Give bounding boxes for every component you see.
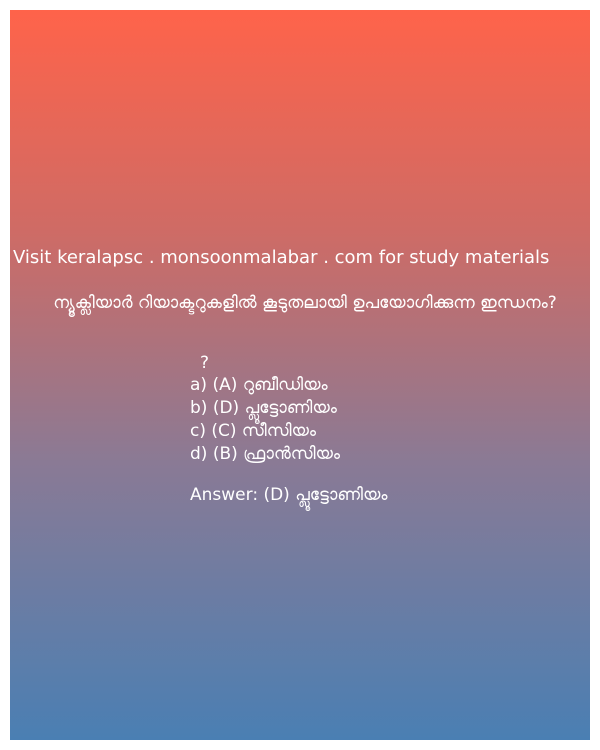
question-text: ന്യൂക്ലിയാർ റിയാക്ടറുകളിൽ കൂടുതലായി ഉപയോ…: [53, 293, 557, 313]
option-c: c) (C) സീസിയം: [190, 421, 317, 441]
option-b: b) (D) പ്ലൂട്ടോണിയം: [190, 398, 337, 418]
options-list: a) (A) റുബീഡിയം b) (D) പ്ലൂട്ടോണിയം c) (…: [190, 374, 340, 466]
quiz-card: Visit keralapsc . monsoonmalabar . com f…: [10, 10, 590, 740]
option-d: d) (B) ഫ്രാൻസിയം: [190, 444, 341, 464]
site-promo-text: Visit keralapsc . monsoonmalabar . com f…: [13, 247, 550, 268]
option-a: a) (A) റുബീഡിയം: [190, 375, 328, 395]
question-mark: ?: [200, 353, 210, 373]
answer-text: Answer: (D) പ്ലൂട്ടോണിയം: [190, 485, 388, 505]
